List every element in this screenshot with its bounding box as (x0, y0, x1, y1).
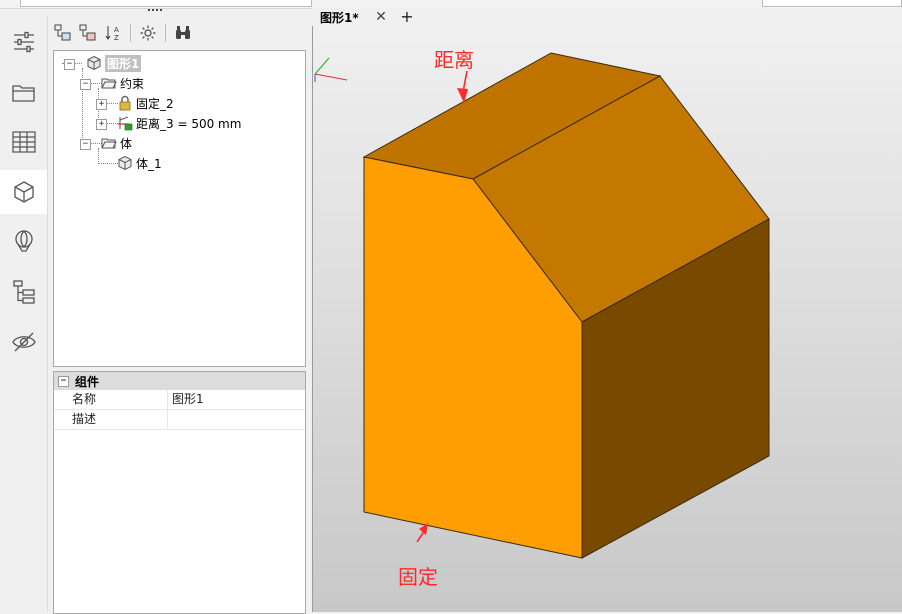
folder-icon (101, 78, 117, 89)
find-button[interactable] (172, 22, 194, 44)
folder-icon (101, 138, 117, 149)
sidebar-item-mechanical-browser[interactable] (0, 170, 47, 214)
eye-off-icon (11, 332, 36, 352)
properties-section-header[interactable]: − 组件 (54, 372, 305, 390)
property-row-description: 描述 (54, 410, 305, 430)
tree-connector (98, 163, 118, 164)
expand-toggle[interactable]: + (96, 99, 107, 110)
settings-button[interactable] (137, 22, 159, 44)
tree-item-label: 约束 (120, 76, 145, 91)
sort-az-button[interactable]: A Z (102, 22, 124, 44)
close-icon[interactable]: ✕ (374, 9, 388, 25)
properties-panel: − 组件 名称 图形1 描述 (53, 371, 306, 614)
tree-item-bodies-folder[interactable]: 体 (101, 134, 132, 152)
annotation-fixed-label: 固定 (398, 565, 438, 589)
collapse-toggle[interactable]: − (58, 375, 69, 387)
annotation-distance-label: 距离 (434, 48, 474, 72)
sliders-icon (13, 31, 34, 53)
property-value[interactable]: 图形1 (168, 390, 204, 409)
model-viewport[interactable]: 距离 固定 (312, 26, 902, 612)
tree-connector (98, 148, 99, 164)
mechanical-browser-panel: A Z − 图形1 − 约束 + 固定_2 + 距离_3 = 500 mm − … (48, 16, 312, 614)
cube-icon (13, 181, 34, 203)
solid-body-icon (118, 155, 132, 171)
toolbar-separator (130, 24, 131, 42)
settings-icon (140, 25, 156, 41)
collapse-tree-icon (79, 24, 96, 41)
solid-body[interactable] (362, 52, 770, 559)
document-tab[interactable]: 图形1* (320, 8, 359, 26)
model-canvas[interactable] (313, 26, 902, 612)
collapse-toggle[interactable]: − (80, 79, 91, 90)
tree-item-distance-constraint[interactable]: 距离_3 = 500 mm (117, 114, 241, 132)
ucs-axis-icon (314, 57, 348, 82)
collapse-toggle[interactable]: − (64, 59, 75, 70)
property-key: 名称 (54, 390, 168, 409)
sidebar-item-visibility[interactable] (0, 320, 47, 364)
table-icon (11, 131, 36, 153)
part-cube-icon (87, 55, 101, 71)
property-key: 描述 (54, 410, 168, 429)
toolbar-separator (165, 24, 166, 42)
tree-item-fixed-constraint[interactable]: 固定_2 (117, 94, 174, 112)
expand-toggle[interactable]: + (96, 119, 107, 130)
find-icon (176, 26, 190, 39)
sidebar-item-render[interactable] (0, 220, 47, 264)
browser-tree: − 图形1 − 约束 + 固定_2 + 距离_3 = 500 mm − 体 体_… (53, 50, 306, 367)
collapse-toggle[interactable]: − (80, 139, 91, 150)
sidebar-item-table[interactable] (0, 120, 47, 164)
collapse-tree-button[interactable] (77, 22, 99, 44)
top-search-box[interactable] (762, 0, 902, 7)
tree-item-label: 图形1 (105, 54, 142, 72)
tree-item-label: 体_1 (136, 156, 162, 171)
svg-text:Z: Z (114, 34, 119, 42)
property-row-name: 名称 图形1 (54, 390, 305, 410)
plus-icon[interactable]: + (400, 8, 414, 26)
expand-tree-icon (54, 24, 71, 41)
balloon-icon (14, 230, 33, 252)
tree-item-constraints-folder[interactable]: 约束 (101, 74, 144, 92)
tree-item-label: 距离_3 = 500 mm (136, 116, 242, 131)
tree-item-root[interactable]: 图形1 (86, 54, 142, 72)
fixed-arrow (416, 523, 428, 543)
svg-text:A: A (114, 26, 119, 34)
top-input-box[interactable] (20, 0, 312, 7)
section-title: 组件 (75, 374, 100, 389)
sidebar-item-files[interactable] (0, 70, 47, 114)
hierarchy-icon (12, 280, 35, 304)
lock-icon (119, 95, 131, 111)
sidebar-item-structure[interactable] (0, 270, 47, 314)
expand-tree-button[interactable] (52, 22, 74, 44)
sidebar-item-settings[interactable] (0, 20, 47, 64)
distance-constraint-icon (118, 116, 133, 131)
tree-item-label: 固定_2 (136, 96, 174, 111)
property-value[interactable] (168, 410, 172, 429)
tree-item-body[interactable]: 体_1 (117, 154, 162, 172)
folder-icon (11, 85, 35, 102)
distance-arrow (457, 70, 468, 103)
sort-az-icon: A Z (105, 26, 119, 42)
document-tab-title: 图形1* (320, 10, 359, 25)
panel-grip-handle[interactable] (148, 9, 162, 14)
left-sidebar (0, 16, 48, 612)
document-tab-bar: 图形1* ✕ + (312, 8, 902, 26)
tree-item-label: 体 (120, 136, 133, 151)
browser-toolbar: A Z (52, 20, 194, 46)
